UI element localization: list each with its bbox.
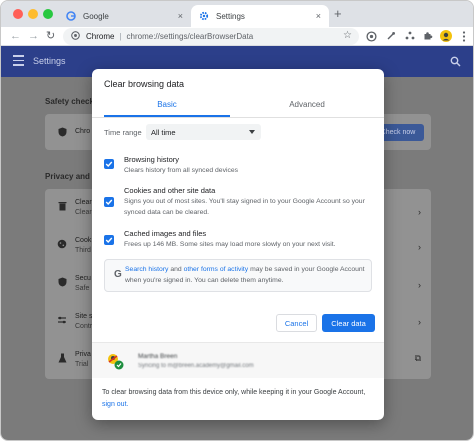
cancel-button[interactable]: Cancel [276, 314, 317, 332]
profile-avatar[interactable] [440, 30, 452, 42]
sliders-icon [57, 315, 67, 325]
tab-settings[interactable]: Settings × [191, 5, 329, 27]
option-title: Cookies and other site data [124, 186, 216, 195]
option-description: Signs you out of most sites. You'll stay… [124, 198, 365, 216]
account-email: Syncing to m@breen.academy@gmail.com [138, 363, 254, 369]
open-in-new-icon: ⧉ [414, 353, 421, 363]
address-bar[interactable]: Chrome | chrome://settings/clearBrowserD… [63, 28, 359, 45]
option-title: Cached images and files [124, 229, 207, 238]
privacy-heading: Privacy and s [45, 172, 97, 181]
more-menu-icon[interactable] [458, 30, 470, 42]
time-range-select[interactable]: All time [146, 124, 261, 140]
row-title: Site s [75, 313, 93, 320]
dialog-title: Clear browsing data [104, 79, 185, 89]
bookmark-star-icon[interactable]: ☆ [343, 30, 352, 41]
dropdown-caret-icon [249, 130, 255, 134]
address-origin: Chrome [86, 32, 115, 41]
time-range-label: Time range [104, 128, 142, 137]
other-activity-link[interactable]: other forms of activity [184, 266, 249, 273]
maximize-window-button[interactable] [43, 9, 53, 19]
address-separator: | [119, 32, 122, 41]
cookie-icon [57, 239, 67, 249]
tab-divider [92, 117, 384, 118]
option-description: Frees up 146 MB. Some sites may load mor… [124, 241, 336, 248]
safety-row-text: Chro [75, 128, 91, 135]
close-window-button[interactable] [13, 9, 23, 19]
dialog-footer: To clear browsing data from this device … [102, 387, 376, 411]
forward-arrow-icon[interactable]: → [28, 29, 39, 43]
shield-icon [57, 277, 67, 287]
browser-window: Google × Settings × + ← → ↻ Chrome | chr… [0, 0, 474, 441]
address-path: chrome://settings/clearBrowserData [126, 32, 254, 41]
footer-text: To clear browsing data from this device … [102, 389, 366, 396]
row-subtitle: Contr [75, 323, 93, 330]
row-subtitle: Clear [75, 209, 92, 216]
tab-label: Settings [216, 11, 245, 21]
close-tab-icon[interactable]: × [178, 10, 183, 22]
tab-advanced[interactable]: Advanced [242, 100, 372, 114]
row-title: Priva [75, 351, 91, 358]
back-arrow-icon[interactable]: ← [10, 29, 21, 43]
google-g-icon: G [114, 269, 122, 280]
row-title: Clear [75, 199, 92, 206]
browser-toolbar: ← → ↻ Chrome | chrome://settings/clearBr… [1, 27, 473, 46]
hamburger-menu-icon[interactable] [13, 55, 24, 69]
chevron-right-icon: › [418, 317, 421, 327]
chevron-right-icon: › [418, 242, 421, 252]
safety-check-heading: Safety check [45, 97, 94, 106]
tab-strip: Google × Settings × + [1, 1, 473, 27]
extension-dots-icon[interactable] [404, 30, 416, 42]
puzzle-icon[interactable] [422, 30, 434, 42]
tab-google[interactable]: Google × [58, 5, 191, 27]
option-title: Browsing history [124, 155, 180, 164]
info-and: and [170, 266, 182, 273]
search-history-link[interactable]: Search history [125, 266, 168, 273]
account-row: Martha Breen Syncing to m@breen.academy@… [92, 342, 384, 378]
option-description: Clears history from all synced devices [124, 167, 239, 174]
clear-browsing-data-dialog: Clear browsing data Basic Advanced Time … [92, 69, 384, 420]
trash-icon [57, 201, 67, 211]
row-title: Secu [75, 275, 91, 282]
row-subtitle: Third [75, 247, 91, 254]
chrome-logo-icon [71, 31, 80, 42]
flask-icon [57, 353, 67, 363]
account-name: Martha Breen [138, 353, 178, 360]
avatar [105, 351, 125, 371]
browsing-history-checkbox[interactable] [104, 159, 114, 169]
new-tab-button[interactable]: + [334, 7, 342, 21]
extension-icon[interactable] [365, 30, 377, 42]
row-subtitle: Trial [75, 361, 89, 368]
cached-images-checkbox[interactable] [104, 235, 114, 245]
google-favicon-icon [66, 11, 76, 21]
cookies-checkbox[interactable] [104, 197, 114, 207]
info-text: Search history and other forms of activi… [125, 264, 369, 286]
time-range-value: All time [151, 127, 176, 137]
row-title: Cook [75, 237, 92, 244]
chevron-right-icon: › [418, 280, 421, 290]
eyedropper-icon[interactable] [385, 30, 397, 42]
tab-label: Google [83, 11, 109, 21]
page-title: Settings [33, 56, 66, 66]
close-tab-icon[interactable]: × [316, 10, 321, 22]
shield-icon [57, 127, 67, 137]
minimize-window-button[interactable] [28, 9, 38, 19]
google-activity-info: G Search history and other forms of acti… [104, 259, 372, 292]
reload-icon[interactable]: ↻ [46, 29, 55, 43]
clear-data-button[interactable]: Clear data [322, 314, 375, 332]
row-subtitle: Safe [75, 285, 90, 292]
gear-icon [199, 11, 209, 21]
chevron-right-icon: › [418, 207, 421, 217]
search-icon[interactable] [450, 54, 461, 72]
sign-out-link[interactable]: sign out. [102, 401, 128, 408]
tab-basic[interactable]: Basic [104, 100, 230, 114]
